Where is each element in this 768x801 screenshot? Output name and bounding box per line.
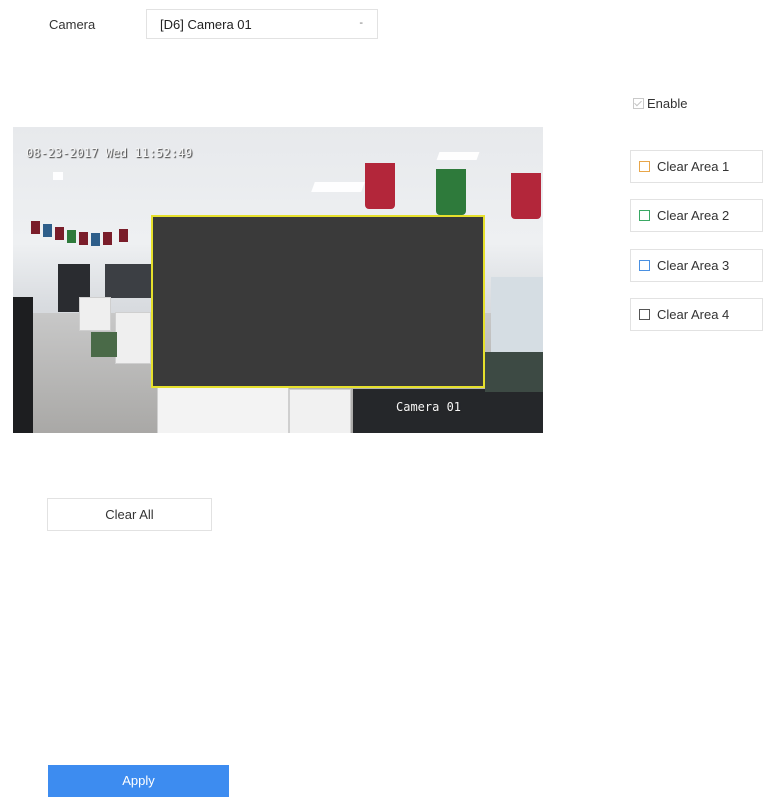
clear-area-4-color-icon (639, 309, 650, 320)
enable-label: Enable (647, 96, 688, 111)
enable-checkbox[interactable]: Enable (633, 96, 687, 111)
camera-select[interactable]: [D6] Camera 01 - (146, 9, 378, 39)
office-wall (105, 264, 151, 298)
clear-area-3-label: Clear Area 3 (657, 258, 730, 273)
clear-area-1-button[interactable]: Clear Area 1 (630, 150, 763, 183)
clear-area-4-label: Clear Area 4 (657, 307, 730, 322)
clear-area-3-button[interactable]: Clear Area 3 (630, 249, 763, 282)
ceiling-light (53, 172, 63, 180)
office-desk (115, 312, 151, 364)
bunting-flag (43, 224, 52, 237)
office-plant (485, 352, 543, 392)
clear-all-button[interactable]: Clear All (47, 498, 212, 531)
apply-button[interactable]: Apply (48, 765, 229, 797)
bunting-flag (91, 233, 100, 246)
clear-area-4-button[interactable]: Clear Area 4 (630, 298, 763, 331)
hanging-banner (365, 163, 395, 209)
bunting-flag (67, 230, 76, 243)
office-window (491, 277, 543, 357)
office-desk (157, 382, 289, 433)
osd-timestamp: 08-23-2017 Wed 11:52:49 (26, 146, 193, 160)
bunting-flag (55, 227, 64, 240)
office-pillar (13, 297, 33, 433)
office-desk (289, 389, 351, 433)
office-plant (91, 332, 117, 357)
bunting-flag (103, 232, 112, 245)
camera-select-value: [D6] Camera 01 (160, 17, 252, 32)
checkbox-checked-icon (633, 98, 644, 109)
hanging-banner (511, 173, 541, 219)
clear-area-2-button[interactable]: Clear Area 2 (630, 199, 763, 232)
ceiling-light (436, 152, 480, 160)
ceiling-light (311, 182, 365, 192)
bunting-flag (79, 232, 88, 245)
clear-area-1-color-icon (639, 161, 650, 172)
office-desk (79, 297, 111, 331)
clear-area-3-color-icon (639, 260, 650, 271)
clear-area-1-label: Clear Area 1 (657, 159, 730, 174)
hanging-banner (436, 169, 466, 215)
privacy-mask-area[interactable] (151, 215, 485, 388)
camera-live-view[interactable]: 08-23-2017 Wed 11:52:49 Camera 01 (13, 127, 543, 433)
bunting-flag (31, 221, 40, 234)
camera-label: Camera (49, 17, 96, 32)
clear-area-2-label: Clear Area 2 (657, 208, 730, 223)
bunting-flag (119, 229, 128, 242)
dropdown-arrow-icon: - (359, 17, 363, 29)
osd-camera-name: Camera 01 (396, 400, 462, 414)
clear-area-2-color-icon (639, 210, 650, 221)
